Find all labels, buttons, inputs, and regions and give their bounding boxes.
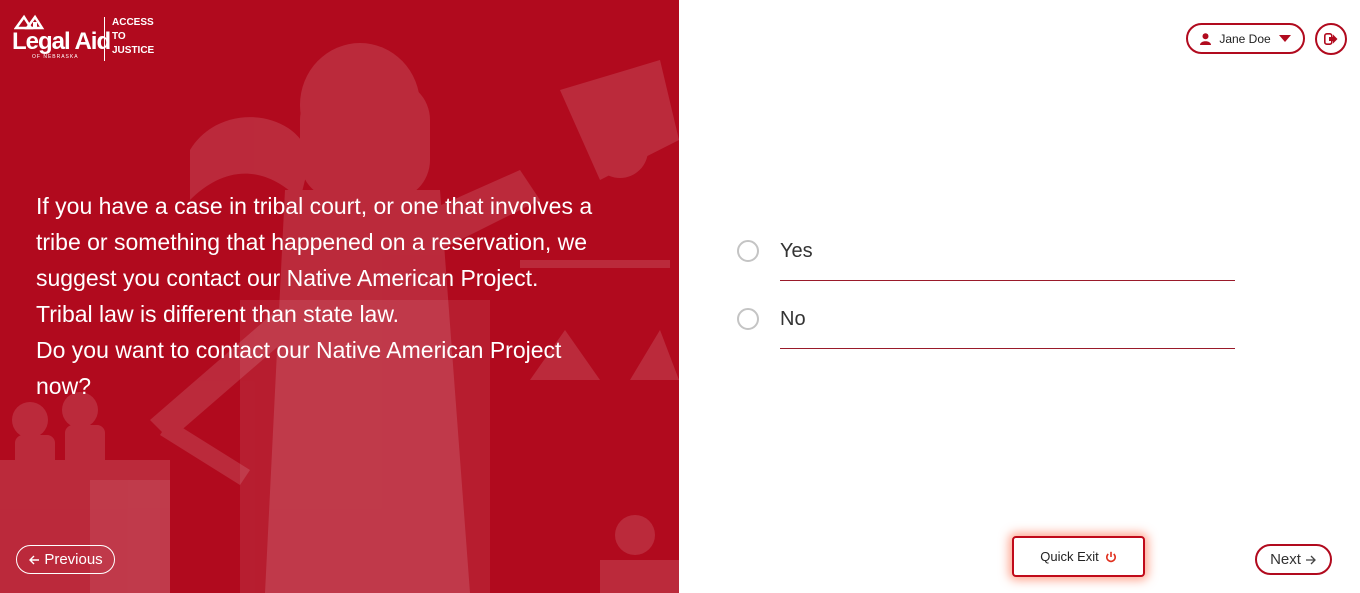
logo-tagline-line: JUSTICE <box>112 45 155 56</box>
next-label: Next <box>1270 551 1301 568</box>
user-name: Jane Doe <box>1219 31 1271 46</box>
option-yes[interactable]: Yes <box>737 238 1235 288</box>
radio-yes[interactable] <box>737 240 759 262</box>
quick-exit-button[interactable]: Quick Exit <box>1012 536 1145 577</box>
arrow-left-icon <box>29 555 40 564</box>
previous-button[interactable]: Previous <box>16 545 115 574</box>
legal-aid-logo[interactable]: Legal Aid OF NEBRASKA ACCESS TO JUSTICE <box>12 14 162 64</box>
option-divider <box>780 348 1235 349</box>
question-line: Do you want to contact our Native Americ… <box>36 337 562 363</box>
logo-tagline-line: TO <box>112 31 126 42</box>
user-menu-button[interactable]: Jane Doe <box>1186 23 1305 54</box>
question-line: suggest you contact our Native American … <box>36 265 539 291</box>
quick-exit-label: Quick Exit <box>1040 549 1099 564</box>
arrow-right-icon <box>1305 555 1316 564</box>
question-line: Tribal law is different than state law. <box>36 301 400 327</box>
radio-no[interactable] <box>737 308 759 330</box>
option-divider <box>780 280 1235 281</box>
sign-out-icon <box>1324 33 1338 45</box>
option-no[interactable]: No <box>737 306 1235 356</box>
logo-wordmark: Legal Aid <box>12 28 111 55</box>
power-icon <box>1105 551 1116 562</box>
user-icon <box>1200 32 1212 45</box>
question-line: If you have a case in tribal court, or o… <box>36 193 593 219</box>
question-text: If you have a case in tribal court, or o… <box>36 188 646 404</box>
next-button[interactable]: Next <box>1255 544 1332 575</box>
logo-subtitle: OF NEBRASKA <box>32 54 79 60</box>
previous-label: Previous <box>44 551 103 568</box>
logo-tagline-line: ACCESS <box>112 17 154 28</box>
option-label[interactable]: Yes <box>780 238 813 264</box>
logo-tagline: ACCESS TO JUSTICE <box>112 16 154 58</box>
question-line: tribe or something that happened on a re… <box>36 229 588 255</box>
logo-divider <box>104 17 105 61</box>
caret-down-icon <box>1278 34 1291 42</box>
option-label[interactable]: No <box>780 306 806 332</box>
question-line: now? <box>36 373 91 399</box>
left-panel: Legal Aid OF NEBRASKA ACCESS TO JUSTICE … <box>0 0 679 593</box>
logout-button[interactable] <box>1315 23 1347 55</box>
answer-panel <box>679 0 1360 593</box>
